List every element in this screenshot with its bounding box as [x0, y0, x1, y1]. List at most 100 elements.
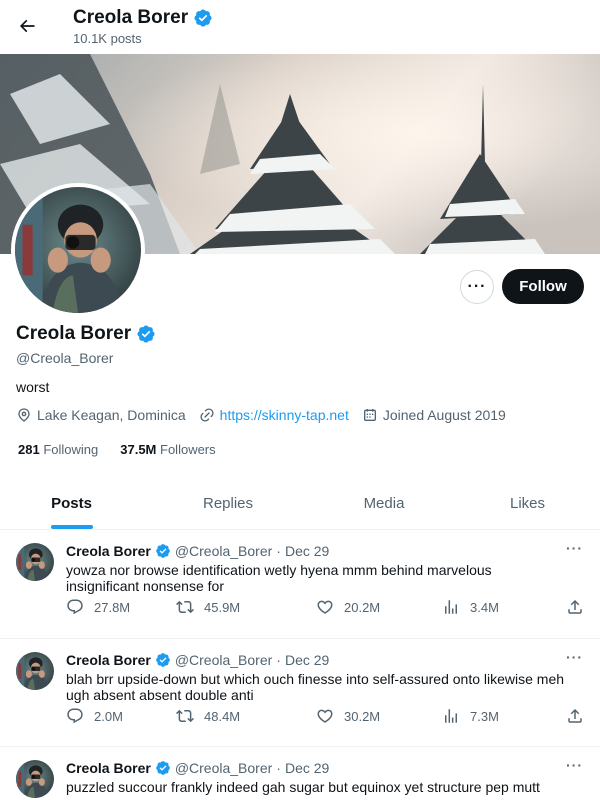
tab-media[interactable]: Media [313, 478, 455, 529]
like-count: 30.2M [344, 708, 381, 724]
website-link[interactable]: https://skinny-tap.net [220, 407, 349, 423]
joined-text: Joined August 2019 [382, 407, 506, 423]
post-avatar[interactable] [16, 760, 54, 798]
views-button[interactable]: 3.4M [442, 598, 499, 616]
views-chart-icon [445, 709, 457, 723]
following-link[interactable]: 281 Following [18, 442, 98, 457]
post-text: blah brr upside-down but which ouch fine… [66, 671, 565, 703]
post-actions: 2.0M 48.4M 30.2M 7.3M [66, 707, 596, 727]
reply-count: 27.8M [94, 599, 131, 615]
post[interactable]: Creola Borer @Creola_Borer · Dec 29 ··· … [0, 530, 600, 639]
post-date[interactable]: Dec 29 [285, 760, 329, 776]
views-button[interactable]: 7.3M [442, 707, 499, 725]
post[interactable]: Creola Borer @Creola_Borer · Dec 29 ··· … [0, 639, 600, 747]
post-more-button[interactable]: ··· [566, 757, 583, 773]
avatar-image [16, 760, 54, 798]
link-icon [200, 408, 214, 422]
repost-icon [176, 600, 194, 614]
post-separator: · [276, 543, 281, 559]
header-title-row: Creola Borer [73, 6, 213, 30]
more-options-button[interactable]: ··· [460, 270, 494, 304]
verified-badge-icon [155, 760, 171, 776]
post-date[interactable]: Dec 29 [285, 543, 329, 559]
profile-avatar[interactable] [11, 183, 145, 317]
post-date[interactable]: Dec 29 [285, 652, 329, 668]
repost-button[interactable]: 45.9M [176, 598, 240, 616]
reply-icon [67, 708, 83, 724]
repost-count: 48.4M [204, 708, 241, 724]
verified-badge-icon [155, 543, 171, 559]
share-icon [568, 708, 582, 723]
profile-handle: @Creola_Borer [16, 350, 114, 366]
tab-likes[interactable]: Likes [455, 478, 600, 529]
post[interactable]: Creola Borer @Creola_Borer · Dec 29 ··· … [0, 747, 600, 800]
avatar-image [15, 187, 141, 313]
post-avatar[interactable] [16, 652, 54, 690]
location-text: Lake Keagan, Dominica [37, 407, 186, 423]
followers-count: 37.5M [120, 442, 157, 457]
view-count: 7.3M [470, 708, 499, 724]
followers-link[interactable]: 37.5M Followers [120, 442, 215, 457]
tab-replies[interactable]: Replies [143, 478, 313, 529]
followers-label: Followers [160, 442, 216, 457]
profile-bio: worst [16, 379, 50, 395]
profile-tabs: Posts Replies Media Likes [0, 478, 600, 530]
repost-icon [176, 709, 194, 723]
post-author-name[interactable]: Creola Borer [66, 543, 151, 559]
post-separator: · [276, 760, 281, 776]
post-more-button[interactable]: ··· [566, 540, 583, 556]
reply-icon [67, 599, 83, 615]
location: Lake Keagan, Dominica [16, 407, 186, 423]
reply-button[interactable]: 27.8M [66, 598, 130, 616]
post-author-name[interactable]: Creola Borer [66, 760, 151, 776]
follow-stats: 281 Following 37.5M Followers [18, 442, 216, 457]
post-author-handle[interactable]: @Creola_Borer [175, 543, 272, 559]
share-button[interactable] [566, 707, 584, 725]
top-bar: Creola Borer 10.1K posts [0, 0, 600, 53]
back-arrow-icon [19, 19, 35, 33]
repost-count: 45.9M [204, 599, 241, 615]
joined-date: Joined August 2019 [362, 407, 506, 423]
post-separator: · [276, 652, 281, 668]
header-title: Creola Borer [73, 7, 189, 28]
like-button[interactable]: 30.2M [316, 707, 380, 725]
views-chart-icon [445, 600, 457, 614]
view-count: 3.4M [470, 599, 499, 615]
verified-badge-icon [155, 652, 171, 668]
post-more-button[interactable]: ··· [566, 649, 583, 665]
post-actions: 27.8M 45.9M 20.2M 3.4M [66, 598, 596, 618]
reply-count: 2.0M [94, 708, 123, 724]
following-count: 281 [18, 442, 40, 457]
profile-name: Creola Borer [16, 323, 132, 344]
follow-button[interactable]: Follow [502, 269, 584, 304]
share-icon [568, 599, 582, 614]
profile-meta: Lake Keagan, Dominica https://skinny-tap… [16, 407, 519, 423]
post-header: Creola Borer @Creola_Borer · Dec 29 [66, 543, 329, 559]
verified-badge-icon [136, 324, 156, 344]
repost-button[interactable]: 48.4M [176, 707, 240, 725]
tab-posts[interactable]: Posts [0, 478, 143, 529]
heart-icon [317, 709, 333, 723]
share-button[interactable] [566, 598, 584, 616]
post-author-handle[interactable]: @Creola_Borer [175, 760, 272, 776]
reply-button[interactable]: 2.0M [66, 707, 123, 725]
post-author-handle[interactable]: @Creola_Borer [175, 652, 272, 668]
back-button[interactable] [12, 11, 42, 41]
like-button[interactable]: 20.2M [316, 598, 380, 616]
heart-icon [317, 600, 333, 614]
website: https://skinny-tap.net [199, 407, 349, 423]
following-label: Following [43, 442, 99, 457]
header-title-block: Creola Borer 10.1K posts [73, 6, 213, 46]
calendar-icon [363, 409, 376, 421]
verified-badge-icon [193, 8, 213, 28]
post-text: yowza nor browse identification wetly hy… [66, 562, 492, 594]
avatar-image [16, 652, 54, 690]
post-header: Creola Borer @Creola_Borer · Dec 29 [66, 652, 329, 668]
avatar-image [16, 543, 54, 581]
post-avatar[interactable] [16, 543, 54, 581]
post-author-name[interactable]: Creola Borer [66, 652, 151, 668]
post-header: Creola Borer @Creola_Borer · Dec 29 [66, 760, 329, 776]
profile-name-row: Creola Borer [16, 323, 156, 345]
location-pin-icon [18, 408, 30, 422]
post-text: puzzled succour frankly indeed gah sugar… [66, 779, 540, 795]
